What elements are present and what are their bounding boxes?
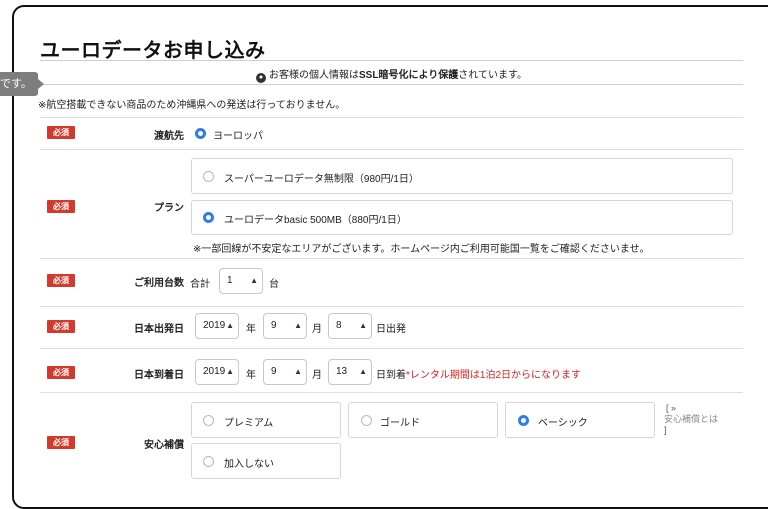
units-select[interactable]: 1 ▲︎ (219, 268, 263, 294)
plan-option-label: スーパーユーロデータ無制限（980円/1日） (224, 174, 419, 185)
insurance-option-label: ベーシック (538, 418, 588, 429)
units-label: ご利用台数 (134, 278, 184, 289)
required-badge: 必須 (47, 366, 75, 379)
tooltip: です。 (0, 72, 44, 96)
plan-option-label: ユーロデータbasic 500MB（880円/1日） (224, 215, 407, 226)
required-badge: 必須 (47, 274, 75, 287)
insurance-radio-none[interactable] (203, 456, 214, 467)
divider (40, 117, 743, 118)
plan-label: プラン (154, 203, 184, 214)
day-suffix: 日出発 (376, 324, 406, 335)
rental-period-warning: *レンタル期間は1泊2日からになります (406, 370, 582, 381)
insurance-option-label: 加入しない (224, 459, 274, 470)
arrival-label: 日本到着日 (134, 370, 184, 381)
arrival-year-select[interactable]: 2019 ▲︎ (195, 359, 239, 385)
divider (40, 306, 743, 307)
updown-arrow-icon: ▲︎ (294, 321, 302, 330)
plan-radio-basic[interactable] (203, 212, 214, 223)
arrival-day-suffix: 日到着*レンタル期間は1泊2日からになります (376, 366, 581, 381)
year-suffix: 年 (246, 370, 256, 381)
units-suffix: 台 (269, 279, 279, 290)
insurance-option-label: プレミアム (224, 418, 274, 429)
insurance-link-open: [ » (666, 403, 677, 413)
units-value: 1 (227, 275, 233, 286)
ssl-suffix: されています。 (458, 70, 527, 81)
month-suffix: 月 (312, 370, 322, 381)
ssl-bold: SSL暗号化により保護 (359, 70, 459, 81)
page-title: ユーロデータお申し込み (40, 40, 266, 62)
destination-label: 渡航先 (154, 131, 184, 142)
plan-radio-unlimited[interactable] (203, 171, 214, 182)
insurance-option-label: ゴールド (380, 418, 420, 429)
updown-arrow-icon: ▲︎ (250, 276, 258, 285)
required-badge: 必須 (47, 436, 75, 449)
updown-arrow-icon: ▲︎ (226, 321, 234, 330)
day-suffix: 日到着 (376, 370, 406, 381)
insurance-info-link[interactable]: 安心補償とは (664, 414, 718, 424)
month-suffix: 月 (312, 324, 322, 335)
departure-day-select[interactable]: 8 ▲︎ (328, 313, 372, 339)
ssl-notice: ● お客様の個人情報はSSL暗号化により保護されています。 (256, 66, 527, 83)
divider (40, 60, 743, 61)
insurance-radio-premium[interactable] (203, 415, 214, 426)
required-badge: 必須 (47, 320, 75, 333)
ssl-prefix: お客様の個人情報は (269, 70, 359, 81)
divider (40, 149, 743, 150)
departure-year-value: 2019 (203, 320, 226, 331)
insurance-radio-basic[interactable] (518, 415, 529, 426)
plan-note: ※一部回線が不安定なエリアがございます。ホームページ内ご利用可能国一覧をご確認く… (193, 244, 650, 255)
arrival-day-select[interactable]: 13 ▲︎ (328, 359, 372, 385)
updown-arrow-icon: ▲︎ (294, 367, 302, 376)
updown-arrow-icon: ▲︎ (359, 321, 367, 330)
arrival-day-value: 13 (336, 366, 348, 377)
departure-year-select[interactable]: 2019 ▲︎ (195, 313, 239, 339)
lock-icon: ● (256, 73, 266, 83)
divider (40, 84, 743, 85)
divider (40, 392, 743, 393)
arrival-year-value: 2019 (203, 366, 226, 377)
departure-month-select[interactable]: 9 ▲︎ (263, 313, 307, 339)
updown-arrow-icon: ▲︎ (226, 367, 234, 376)
required-badge: 必須 (47, 200, 75, 213)
divider (40, 348, 743, 349)
updown-arrow-icon: ▲︎ (359, 367, 367, 376)
destination-option: ヨーロッパ (213, 131, 263, 142)
units-prefix: 合計 (190, 279, 210, 290)
divider (40, 258, 743, 259)
arrival-month-select[interactable]: 9 ▲︎ (263, 359, 307, 385)
year-suffix: 年 (246, 324, 256, 335)
insurance-link-close: ] (664, 425, 667, 435)
destination-radio[interactable] (195, 128, 206, 139)
insurance-label: 安心補償 (144, 440, 184, 451)
required-badge: 必須 (47, 126, 75, 139)
shipping-notice: ※航空搭載できない商品のため沖縄県への発送は行っておりません。 (38, 100, 346, 111)
departure-day-value: 8 (336, 320, 342, 331)
departure-month-value: 9 (271, 320, 277, 331)
arrival-month-value: 9 (271, 366, 277, 377)
departure-label: 日本出発日 (134, 324, 184, 335)
insurance-radio-gold[interactable] (361, 415, 372, 426)
